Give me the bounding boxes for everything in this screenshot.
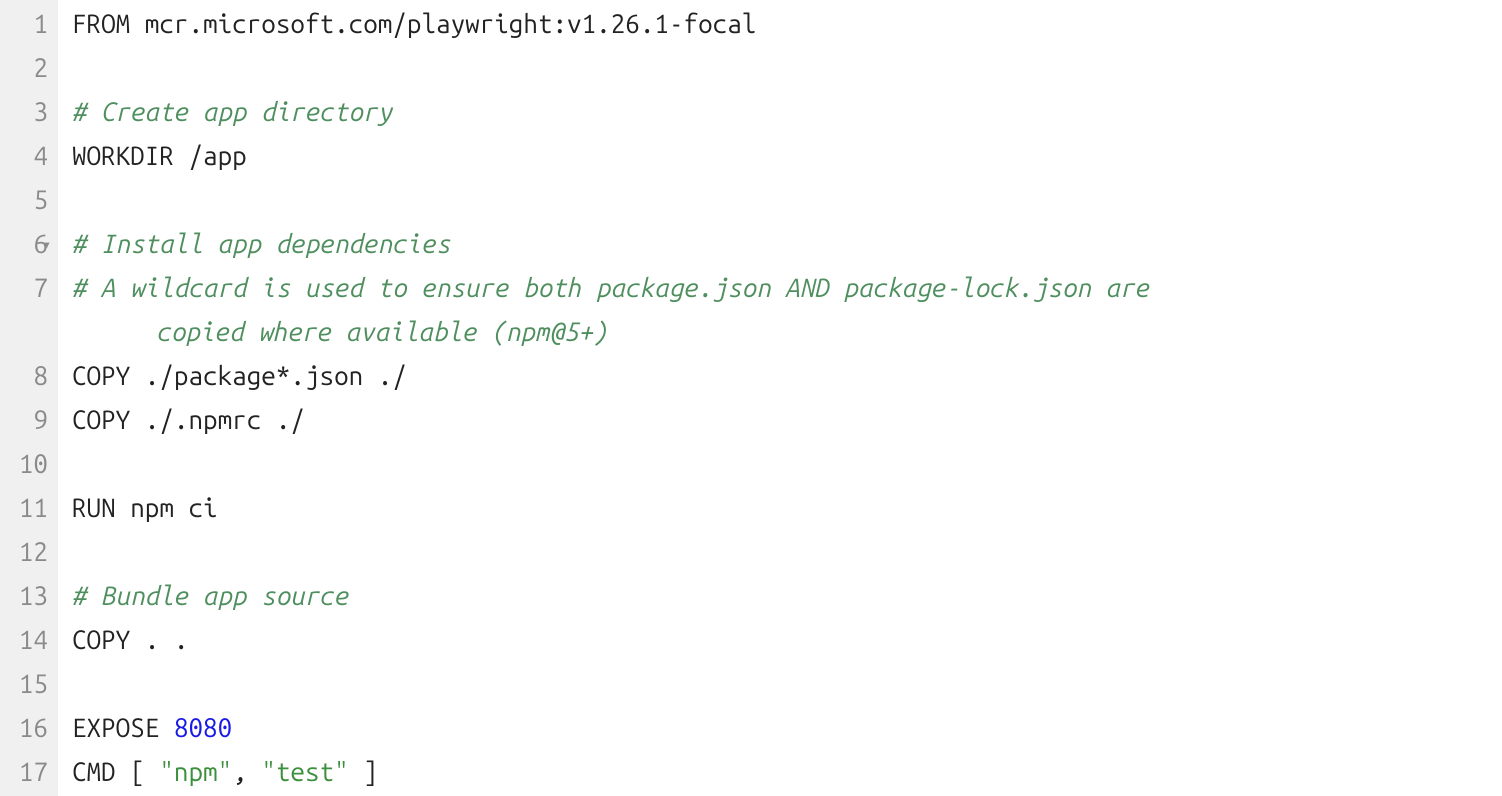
line-number: 10 — [6, 442, 48, 486]
code-line[interactable]: COPY ./package*.json ./ — [72, 354, 1502, 398]
code-line[interactable]: EXPOSE 8080 — [72, 706, 1502, 750]
code-token: "npm" — [159, 757, 232, 786]
code-token: /app — [174, 141, 247, 170]
code-token: ] — [349, 757, 378, 786]
line-number: 16 — [6, 706, 48, 750]
code-line[interactable]: # A wildcard is used to ensure both pack… — [72, 266, 1502, 310]
line-number: 3 — [6, 90, 48, 134]
code-token: COPY — [72, 625, 130, 654]
code-line[interactable]: RUN npm ci — [72, 486, 1502, 530]
code-line[interactable]: COPY ./.npmrc ./ — [72, 398, 1502, 442]
code-line[interactable]: # Create app directory — [72, 90, 1502, 134]
line-number — [6, 310, 48, 354]
code-line[interactable]: FROM mcr.microsoft.com/playwright:v1.26.… — [72, 2, 1502, 46]
line-number: 1 — [6, 2, 48, 46]
code-area[interactable]: FROM mcr.microsoft.com/playwright:v1.26.… — [58, 0, 1502, 796]
code-token: RUN — [72, 493, 116, 522]
code-token: COPY — [72, 405, 130, 434]
code-editor[interactable]: 123456▾7891011121314151617 FROM mcr.micr… — [0, 0, 1502, 796]
code-line[interactable] — [72, 46, 1502, 90]
code-line[interactable]: WORKDIR /app — [72, 134, 1502, 178]
code-line[interactable] — [72, 442, 1502, 486]
line-number: 4 — [6, 134, 48, 178]
code-token: EXPOSE — [72, 713, 159, 742]
code-token: [ — [116, 757, 160, 786]
code-token: . . — [130, 625, 188, 654]
code-token: CMD — [72, 757, 116, 786]
code-token: mcr.microsoft.com/playwright:v1.26.1-foc… — [130, 9, 756, 38]
line-number: 17 — [6, 750, 48, 794]
code-token: ./package*.json ./ — [130, 361, 407, 390]
line-number: 15 — [6, 662, 48, 706]
code-token: # Bundle app source — [72, 581, 349, 610]
fold-marker-icon[interactable]: ▾ — [43, 237, 51, 251]
code-token: , — [232, 757, 261, 786]
line-number: 12 — [6, 530, 48, 574]
code-line[interactable]: copied where available (npm@5+) — [72, 310, 1502, 354]
code-line[interactable]: # Bundle app source — [72, 574, 1502, 618]
code-token — [159, 713, 174, 742]
code-token: WORKDIR — [72, 141, 174, 170]
code-token: 8080 — [174, 713, 232, 742]
code-token: # Install app dependencies — [72, 229, 451, 258]
code-token: ./.npmrc ./ — [130, 405, 305, 434]
line-number-gutter: 123456▾7891011121314151617 — [0, 0, 58, 796]
code-token: FROM — [72, 9, 130, 38]
line-number: 5 — [6, 178, 48, 222]
code-line[interactable]: CMD [ "npm", "test" ] — [72, 750, 1502, 794]
code-line[interactable] — [72, 662, 1502, 706]
line-number: 9 — [6, 398, 48, 442]
code-token: copied where available (npm@5+) — [142, 317, 608, 346]
line-number: 14 — [6, 618, 48, 662]
line-number: 8 — [6, 354, 48, 398]
code-line[interactable] — [72, 178, 1502, 222]
code-token: npm ci — [116, 493, 218, 522]
line-number: 2 — [6, 46, 48, 90]
code-token: COPY — [72, 361, 130, 390]
code-line[interactable] — [72, 530, 1502, 574]
code-token: "test" — [261, 757, 348, 786]
code-token: # Create app directory — [72, 97, 392, 126]
line-number: 7 — [6, 266, 48, 310]
code-line[interactable]: COPY . . — [72, 618, 1502, 662]
line-number: 6▾ — [6, 222, 48, 266]
code-line[interactable]: # Install app dependencies — [72, 222, 1502, 266]
line-number: 11 — [6, 486, 48, 530]
code-token: # A wildcard is used to ensure both pack… — [72, 273, 1149, 302]
line-number: 13 — [6, 574, 48, 618]
